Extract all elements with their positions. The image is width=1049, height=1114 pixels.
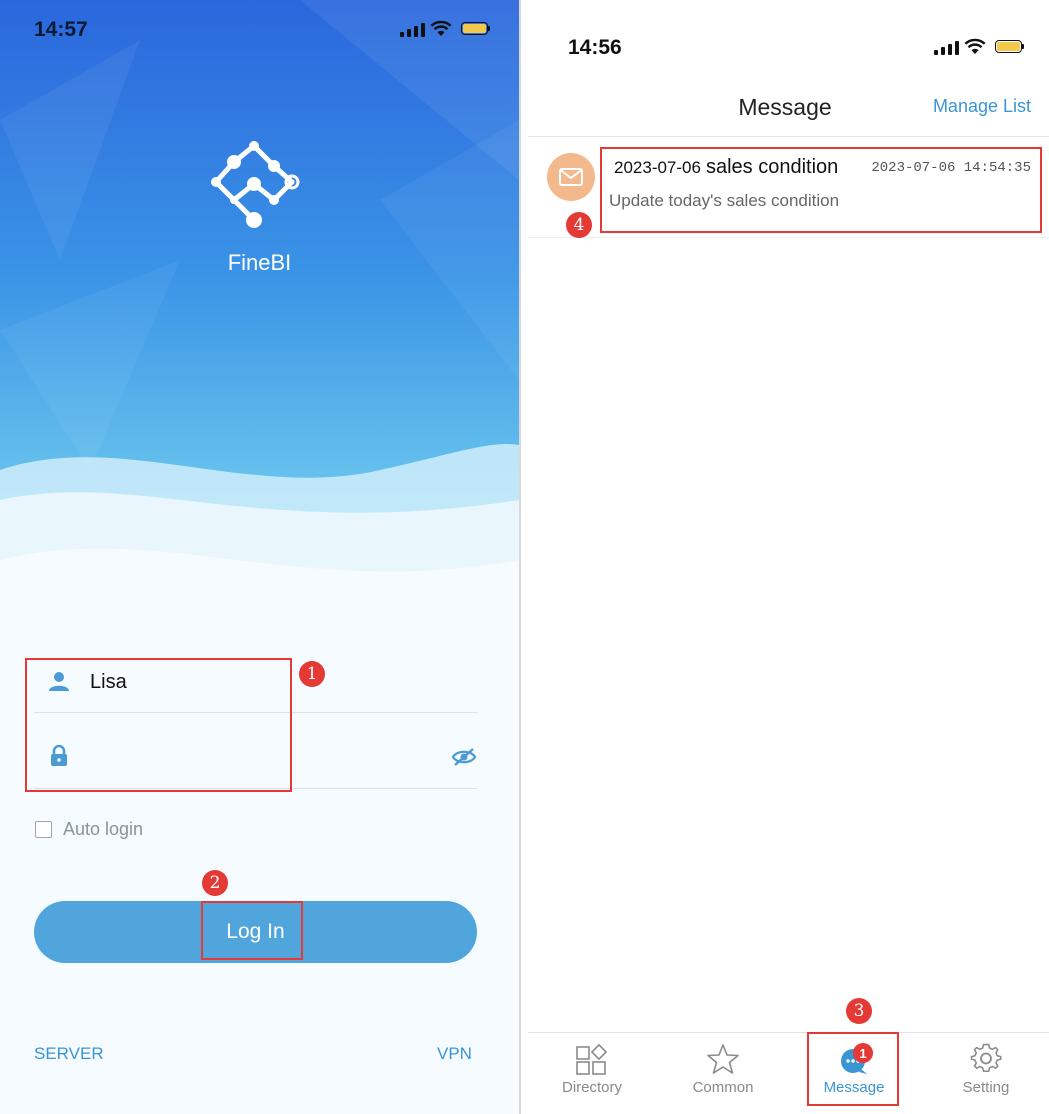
tab-label: Setting [962,1079,1010,1096]
status-time: 14:56 [568,36,622,59]
wifi-icon [430,20,452,36]
row-divider [528,237,1049,238]
envelope-icon [559,168,583,186]
annotation-badge: 3 [846,998,872,1024]
annotation-badge: 1 [299,661,325,687]
message-avatar [547,153,595,201]
signal-icon [934,40,959,55]
nav-divider [528,136,1049,137]
battery-icon [995,40,1024,53]
star-icon [707,1044,739,1074]
directory-icon [576,1043,608,1075]
finebi-logo-icon [211,141,300,228]
signal-icon [400,22,425,37]
tab-bar-divider [528,1032,1049,1033]
app-name: FineBI [227,250,292,275]
highlight-box-message-tab [807,1032,899,1106]
tab-setting[interactable]: Setting [921,1040,1049,1110]
status-time: 14:57 [34,18,88,41]
tab-label: Directory [561,1079,622,1096]
wifi-icon [964,38,986,54]
annotation-badge: 4 [566,212,592,238]
manage-list-button[interactable]: Manage List [933,96,1031,117]
tab-directory[interactable]: Directory [527,1040,657,1110]
tab-common[interactable]: Common [658,1040,788,1110]
eye-hidden-icon[interactable] [451,747,477,767]
highlight-box-message [600,147,1042,233]
server-link[interactable]: SERVER [34,1044,104,1064]
auto-login-checkbox[interactable] [35,821,52,838]
message-screen: 14:56 Message Manage List 2023-07-06 sale… [521,0,1049,1114]
vpn-link[interactable]: VPN [437,1044,472,1064]
highlight-box-credentials [25,658,292,792]
battery-icon [461,22,490,35]
highlight-box-login [201,901,303,960]
auto-login-label: Auto login [63,819,144,839]
annotation-badge: 2 [202,870,228,896]
gear-icon [970,1043,1002,1073]
login-screen: 14:57 FineBI Lisa Auto login Log In SERV… [0,0,519,1114]
tab-label: Common [692,1079,754,1096]
